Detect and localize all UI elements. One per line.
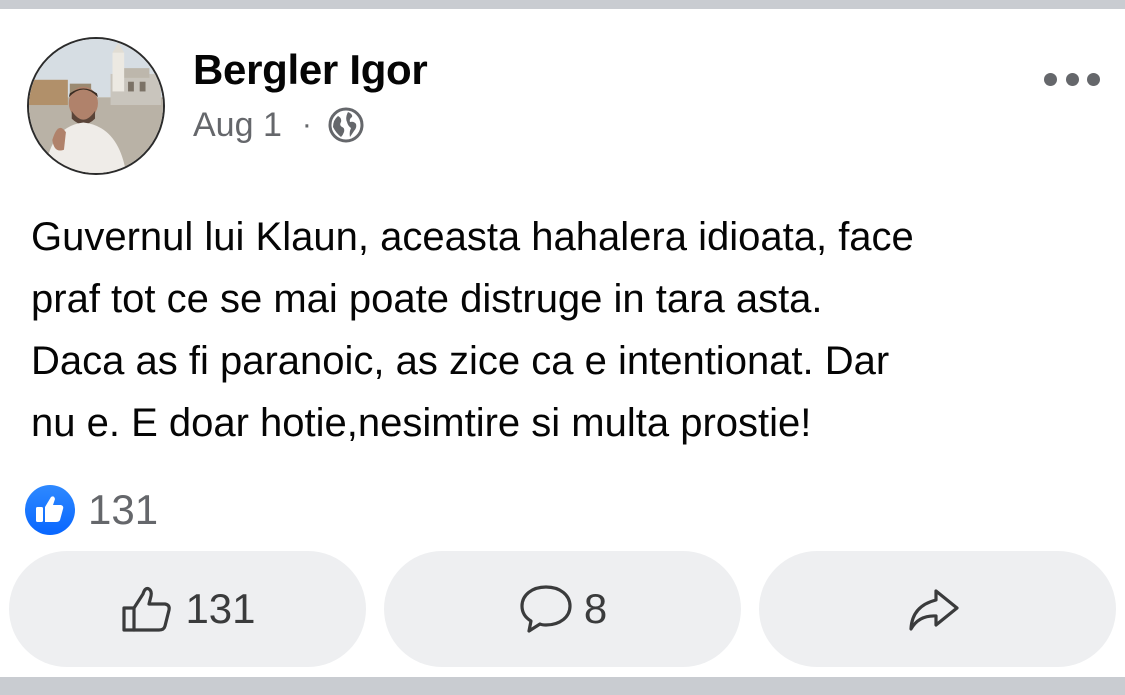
comment-button[interactable]: 8 <box>384 551 741 667</box>
post-text: Guvernul lui Klaun, aceasta hahalera idi… <box>31 215 914 445</box>
reactions-summary[interactable]: 131 <box>24 483 158 537</box>
post-date[interactable]: Aug 1 <box>193 106 282 145</box>
reactions-count: 131 <box>88 486 159 533</box>
more-horizontal-icon <box>1087 72 1100 86</box>
comment-icon <box>518 581 574 637</box>
top-divider <box>0 0 1125 9</box>
meta-separator: · <box>301 108 312 141</box>
avatar-photo <box>29 39 163 173</box>
like-button[interactable]: 131 <box>9 551 366 667</box>
share-button[interactable] <box>759 551 1116 667</box>
more-options-button[interactable] <box>1040 62 1104 96</box>
thumbs-up-icon <box>119 581 175 637</box>
avatar[interactable] <box>27 37 165 175</box>
more-horizontal-icon <box>1065 72 1079 86</box>
more-horizontal-icon <box>1044 72 1057 86</box>
author-name[interactable]: Bergler Igor <box>193 46 428 94</box>
like-reaction-icon <box>24 484 76 536</box>
comment-button-label: 8 <box>583 585 608 632</box>
post-meta: Aug 1 · <box>193 105 364 145</box>
like-button-label: 131 <box>185 585 256 632</box>
globe-icon <box>328 107 364 143</box>
share-icon <box>905 581 961 637</box>
bottom-divider <box>0 677 1125 695</box>
